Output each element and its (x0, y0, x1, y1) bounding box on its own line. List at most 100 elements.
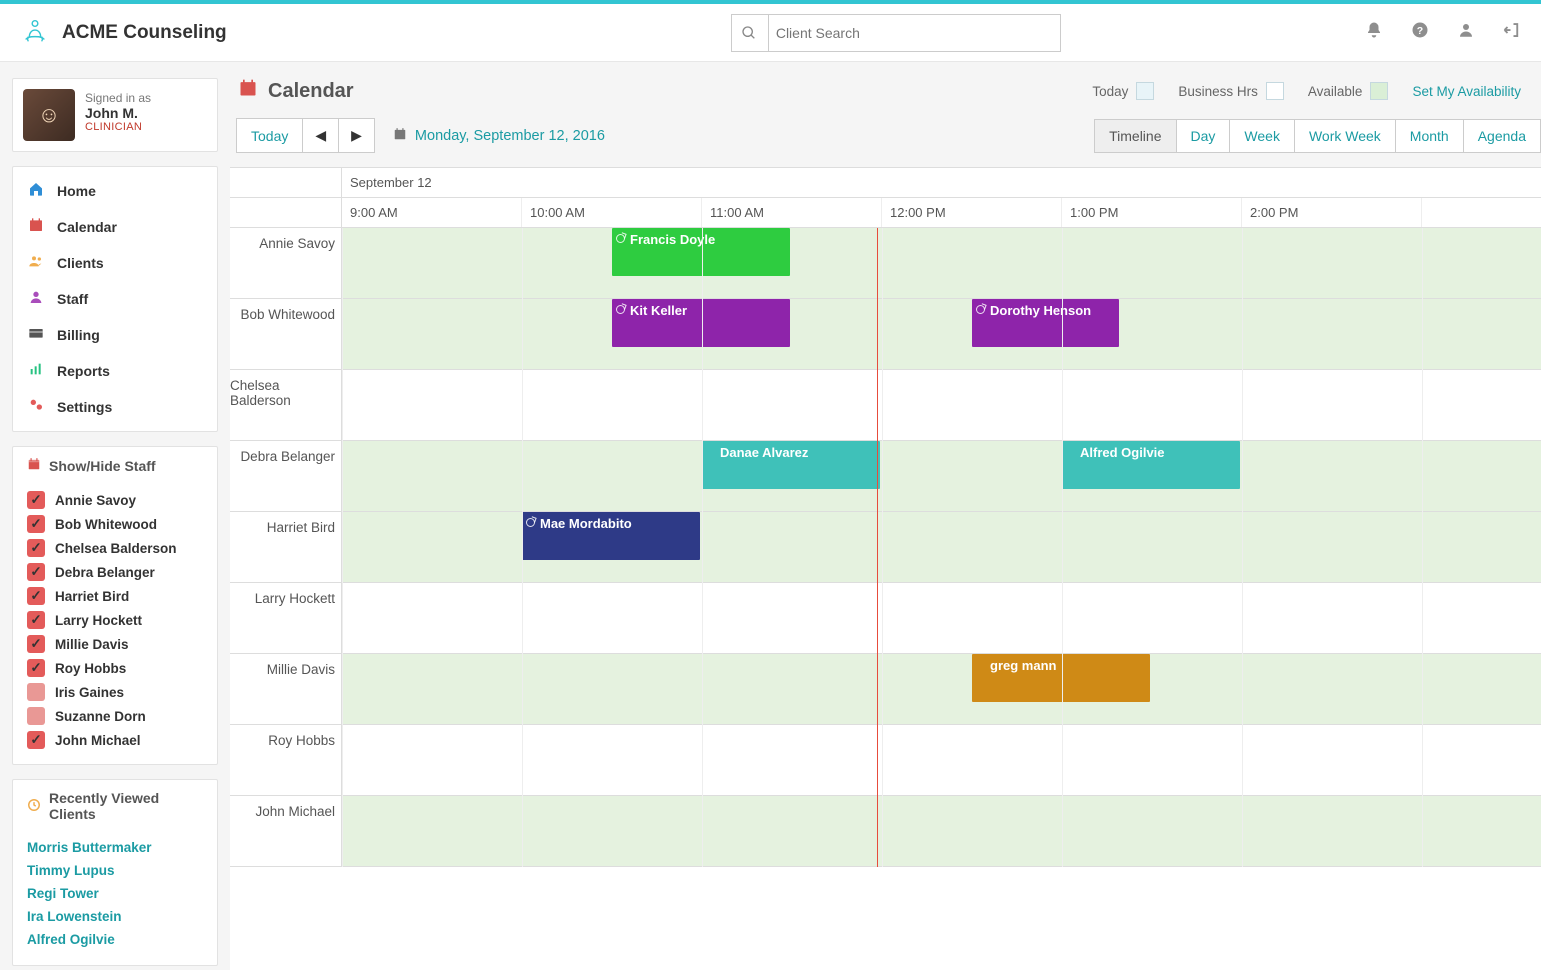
timeline-row-name: Annie Savoy (230, 228, 341, 299)
checkbox-icon[interactable]: ✓ (27, 731, 45, 749)
date-label[interactable]: Monday, September 12, 2016 (415, 128, 605, 144)
calendar-icon (27, 217, 45, 237)
nav-billing[interactable]: Billing (13, 317, 217, 353)
set-availability-link[interactable]: Set My Availability (1412, 84, 1521, 99)
checkbox-icon[interactable]: ✓ (27, 659, 45, 677)
staff-toggle[interactable]: ✓Roy Hobbs (27, 656, 203, 680)
appointment-label: Mae Mordabito (540, 516, 632, 531)
staff-name: Harriet Bird (55, 589, 129, 604)
legend: Today Business Hrs Available Set My Avai… (1092, 82, 1521, 100)
checkbox-icon[interactable]: ✓ (27, 611, 45, 629)
legend-today-label: Today (1092, 84, 1128, 99)
nav-home[interactable]: Home (13, 173, 217, 209)
view-tab-timeline[interactable]: Timeline (1094, 119, 1176, 153)
user-icon[interactable] (1457, 21, 1475, 44)
appointment-label: Kit Keller (630, 303, 687, 318)
nav-label: Billing (57, 327, 100, 343)
help-icon[interactable]: ? (1411, 21, 1429, 44)
page-title: Calendar (268, 80, 354, 103)
top-icons: ? (1365, 21, 1521, 44)
sidebar: ☺ Signed in as John M. CLINICIAN Home Cal… (0, 62, 230, 970)
staff-panel: Show/Hide Staff ✓ Annie Savoy ✓Bob Whitewo… (12, 446, 218, 765)
recent-panel: Recently Viewed Clients Morris Buttermak… (12, 779, 218, 966)
nav-label: Calendar (57, 219, 117, 235)
recent-client-link[interactable]: Regi Tower (27, 882, 203, 905)
client-search[interactable] (731, 14, 1061, 52)
client-search-input[interactable] (731, 14, 1061, 52)
checkbox-icon[interactable]: ✓ (27, 635, 45, 653)
checkbox-icon[interactable]: ✓ (27, 539, 45, 557)
view-tab-month[interactable]: Month (1396, 119, 1464, 153)
nav-reports[interactable]: Reports (13, 353, 217, 389)
nav-calendar[interactable]: Calendar (13, 209, 217, 245)
home-icon (27, 181, 45, 201)
timeline-row-name: Harriet Bird (230, 512, 341, 583)
checkbox-icon[interactable]: ✓ (27, 587, 45, 605)
staff-toggle[interactable]: ✓Bob Whitewood (27, 512, 203, 536)
appointment-label: Danae Alvarez (720, 445, 808, 460)
appointment[interactable]: Mae Mordabito (522, 512, 700, 560)
nav-settings[interactable]: Settings (13, 389, 217, 425)
appointment[interactable]: Alfred Ogilvie (1062, 441, 1240, 489)
staff-name: Annie Savoy (55, 493, 136, 508)
nav-clients[interactable]: Clients (13, 245, 217, 281)
clients-icon (27, 253, 45, 273)
staff-name: Debra Belanger (55, 565, 155, 580)
staff-name: Suzanne Dorn (55, 709, 146, 724)
staff-toggle[interactable]: ✓Larry Hockett (27, 608, 203, 632)
checkbox-icon[interactable] (27, 707, 45, 725)
checkbox-icon[interactable]: ✓ (27, 491, 45, 509)
view-tab-week[interactable]: Week (1230, 119, 1295, 153)
user-box: ☺ Signed in as John M. CLINICIAN (12, 78, 218, 152)
timeline-row-name: Debra Belanger (230, 441, 341, 512)
staff-toggle[interactable]: ✓ John Michael (27, 728, 203, 752)
appointment-label: Alfred Ogilvie (1080, 445, 1165, 460)
appointment[interactable]: Dorothy Henson (972, 299, 1119, 347)
recent-client-link[interactable]: Timmy Lupus (27, 859, 203, 882)
recent-client-link[interactable]: Ira Lowenstein (27, 905, 203, 928)
checkbox-icon[interactable]: ✓ (27, 515, 45, 533)
appointment[interactable]: Danae Alvarez (702, 441, 880, 489)
legend-available-label: Available (1308, 84, 1363, 99)
staff-toggle[interactable]: ✓ Harriet Bird (27, 584, 203, 608)
timeline-row-name: Millie Davis (230, 654, 341, 725)
staff-icon (27, 289, 45, 309)
staff-toggle[interactable]: Suzanne Dorn (27, 704, 203, 728)
view-tab-work-week[interactable]: Work Week (1295, 119, 1396, 153)
prev-button[interactable]: ◀ (303, 118, 339, 153)
staff-panel-title: Show/Hide Staff (49, 458, 156, 474)
today-button[interactable]: Today (236, 118, 303, 153)
staff-toggle[interactable]: ✓Chelsea Balderson (27, 536, 203, 560)
staff-toggle[interactable]: ✓Millie Davis (27, 632, 203, 656)
calendar-timeline: September 12 9:00 AM10:00 AM11:00 AM12:0… (230, 167, 1541, 970)
billing-icon (27, 325, 45, 345)
staff-toggle[interactable]: ✓ Annie Savoy (27, 488, 203, 512)
bell-icon[interactable] (1365, 21, 1383, 44)
recent-client-link[interactable]: Morris Buttermaker (27, 836, 203, 859)
staff-toggle[interactable]: ✓ Debra Belanger (27, 560, 203, 584)
staff-name: John Michael (55, 733, 141, 748)
nav-staff[interactable]: Staff (13, 281, 217, 317)
signed-in-label: Signed in as (85, 91, 151, 105)
timeline-row-name: Larry Hockett (230, 583, 341, 654)
staff-name: Iris Gaines (55, 685, 124, 700)
appointment[interactable]: Kit Keller (612, 299, 790, 347)
calendar-small-icon (393, 127, 407, 145)
signout-icon[interactable] (1503, 21, 1521, 44)
search-icon (731, 14, 769, 52)
hour-label: 11:00 AM (702, 198, 882, 227)
checkbox-icon[interactable] (27, 683, 45, 701)
avatar: ☺ (23, 89, 75, 141)
appointment[interactable]: greg mann (972, 654, 1150, 702)
recent-client-link[interactable]: Alfred Ogilvie (27, 928, 203, 951)
view-tab-day[interactable]: Day (1177, 119, 1231, 153)
view-tab-agenda[interactable]: Agenda (1464, 119, 1541, 153)
nav-label: Clients (57, 255, 104, 271)
next-button[interactable]: ▶ (339, 118, 375, 153)
legend-available-swatch (1370, 82, 1388, 100)
staff-toggle[interactable]: Iris Gaines (27, 680, 203, 704)
nav-label: Staff (57, 291, 88, 307)
checkbox-icon[interactable]: ✓ (27, 563, 45, 581)
user-role: CLINICIAN (85, 121, 151, 133)
appointment[interactable]: Francis Doyle (612, 228, 790, 276)
